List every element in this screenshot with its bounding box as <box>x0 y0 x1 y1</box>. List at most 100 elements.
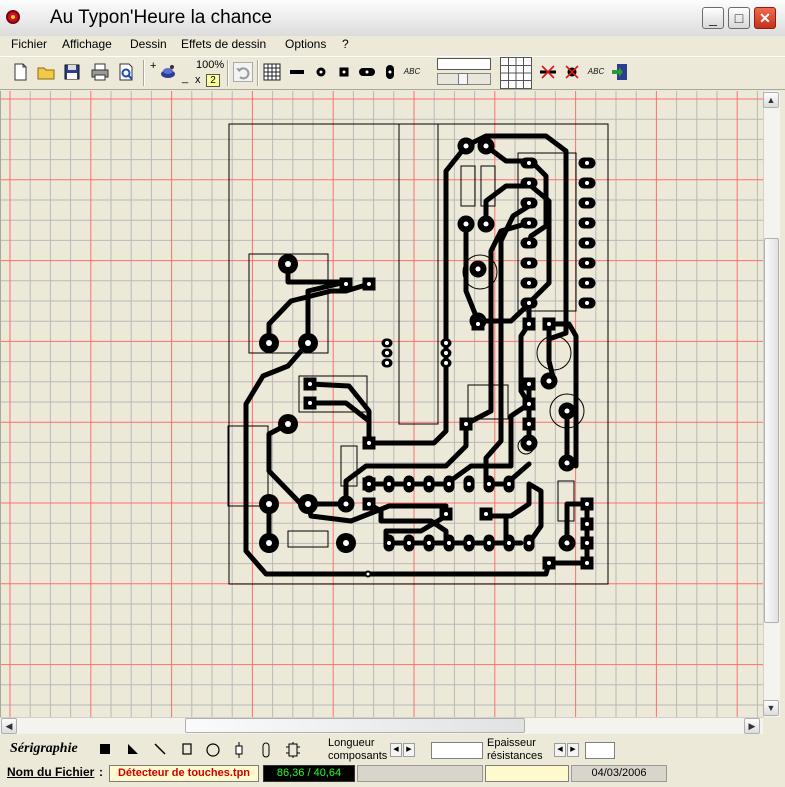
vertical-scroll-thumb[interactable] <box>764 238 779 623</box>
print-icon[interactable] <box>90 62 110 82</box>
filename-label: Nom du Fichier <box>7 765 95 779</box>
pad-hole <box>385 341 389 345</box>
print-preview-icon[interactable] <box>116 62 136 82</box>
silk-circle-icon[interactable] <box>205 742 221 761</box>
pad-hole <box>367 282 371 286</box>
menu-options[interactable]: Options <box>285 37 326 51</box>
pad-hole <box>305 340 311 346</box>
grid-size-icon[interactable] <box>500 57 532 89</box>
silkscreen-resistor <box>287 530 329 548</box>
longueur-field[interactable] <box>431 742 483 759</box>
width-slider-thumb[interactable] <box>458 73 468 85</box>
pad-hole <box>367 502 371 506</box>
square-pad-icon[interactable] <box>334 62 354 82</box>
width-preview-field <box>437 58 491 70</box>
silk-rectangle-icon[interactable] <box>180 742 194 759</box>
epaisseur-increase-button[interactable]: ▶ <box>567 743 579 757</box>
pad-hole <box>467 541 471 545</box>
oval-pad-icon[interactable] <box>357 62 377 82</box>
delete-text-icon[interactable]: ABC <box>586 62 606 82</box>
zoom-factor-field[interactable]: 2 <box>206 74 220 87</box>
pad-hole <box>266 540 272 546</box>
scroll-right-button[interactable]: ▶ <box>744 718 760 734</box>
epaisseur-field[interactable] <box>585 742 615 759</box>
pad-hole <box>487 541 491 545</box>
maximize-button[interactable]: □ <box>728 7 750 29</box>
zoom-x-label: x <box>195 74 201 86</box>
silk-filled-square-icon[interactable] <box>98 742 112 759</box>
menu-affichage[interactable]: Affichage <box>62 37 112 51</box>
pad-hole <box>527 261 531 265</box>
filename-colon: : <box>99 765 103 779</box>
silk-triangle-icon[interactable] <box>126 742 140 759</box>
horizontal-scroll-thumb[interactable] <box>185 718 525 733</box>
track-tool-icon[interactable] <box>287 62 307 82</box>
grid-icon[interactable] <box>262 62 282 82</box>
pad-hole <box>427 482 431 486</box>
pad-hole <box>476 322 480 326</box>
pad-hole <box>527 322 531 326</box>
pad-hole <box>367 441 371 445</box>
toolbar-separator <box>257 60 259 86</box>
pad-hole <box>585 301 589 305</box>
pad-hole <box>467 482 471 486</box>
longueur-decrease-button[interactable]: ◀ <box>390 743 402 757</box>
minimize-button[interactable]: _ <box>702 7 724 29</box>
pad-hole <box>507 482 511 486</box>
epaisseur-decrease-button[interactable]: ◀ <box>554 743 566 757</box>
pad-hole <box>484 512 488 516</box>
menu-effets-de-dessin[interactable]: Effets de dessin <box>181 37 266 51</box>
pad-hole <box>266 340 272 346</box>
pad-hole <box>585 181 589 185</box>
pad-hole <box>585 561 589 565</box>
undo-icon[interactable] <box>233 62 253 82</box>
silk-resistor-icon[interactable] <box>232 742 246 761</box>
menu-help[interactable]: ? <box>342 37 349 51</box>
text-tool-icon[interactable]: ABC <box>402 62 422 82</box>
longueur-increase-button[interactable]: ▶ <box>403 743 415 757</box>
round-pad-icon[interactable] <box>311 62 331 82</box>
delete-track-icon[interactable] <box>538 62 558 82</box>
vertical-pad-icon[interactable] <box>380 62 400 82</box>
delete-pad-icon[interactable] <box>562 62 582 82</box>
pad-hole <box>308 382 312 386</box>
exit-icon[interactable] <box>610 62 630 82</box>
pad-hole <box>385 361 389 365</box>
silk-line-icon[interactable] <box>153 742 167 759</box>
window-title: Au Typon'Heure la chance <box>50 7 272 28</box>
scroll-up-button[interactable]: ▲ <box>763 92 779 108</box>
menu-fichier[interactable]: Fichier <box>11 37 47 51</box>
pad-hole <box>444 341 448 345</box>
width-slider[interactable] <box>437 73 491 85</box>
scroll-left-button[interactable]: ◀ <box>1 718 17 734</box>
pad-hole <box>463 221 469 227</box>
filename-field: Détecteur de touches.tpn <box>109 765 259 782</box>
pad-hole <box>444 351 448 355</box>
silk-capsule-icon[interactable] <box>259 742 273 761</box>
pad-hole <box>343 501 349 507</box>
close-button[interactable]: ✕ <box>754 7 776 29</box>
pad-hole <box>585 281 589 285</box>
grid-minor-lines <box>1 91 763 717</box>
pad-hole <box>266 501 272 507</box>
new-file-icon[interactable] <box>10 62 30 82</box>
trace <box>546 501 590 566</box>
save-icon[interactable] <box>62 62 82 82</box>
pad-hole <box>444 361 448 365</box>
pad-hole <box>585 161 589 165</box>
pcb-canvas[interactable] <box>0 91 763 717</box>
scroll-down-button[interactable]: ▼ <box>763 700 779 716</box>
zoom-tool-icon[interactable] <box>158 62 178 82</box>
app-icon[interactable] <box>6 10 20 24</box>
menu-dessin[interactable]: Dessin <box>130 37 167 51</box>
resistances-label: résistances <box>487 750 543 762</box>
silk-component-icon[interactable] <box>285 742 301 761</box>
status-panel-yellow <box>485 765 569 782</box>
pad-hole <box>387 541 391 545</box>
open-folder-icon[interactable] <box>36 62 56 82</box>
pad-hole <box>308 401 312 405</box>
pad-hole <box>385 351 389 355</box>
pad-hole <box>387 482 391 486</box>
pad-hole <box>527 221 531 225</box>
pad-hole <box>527 161 531 165</box>
